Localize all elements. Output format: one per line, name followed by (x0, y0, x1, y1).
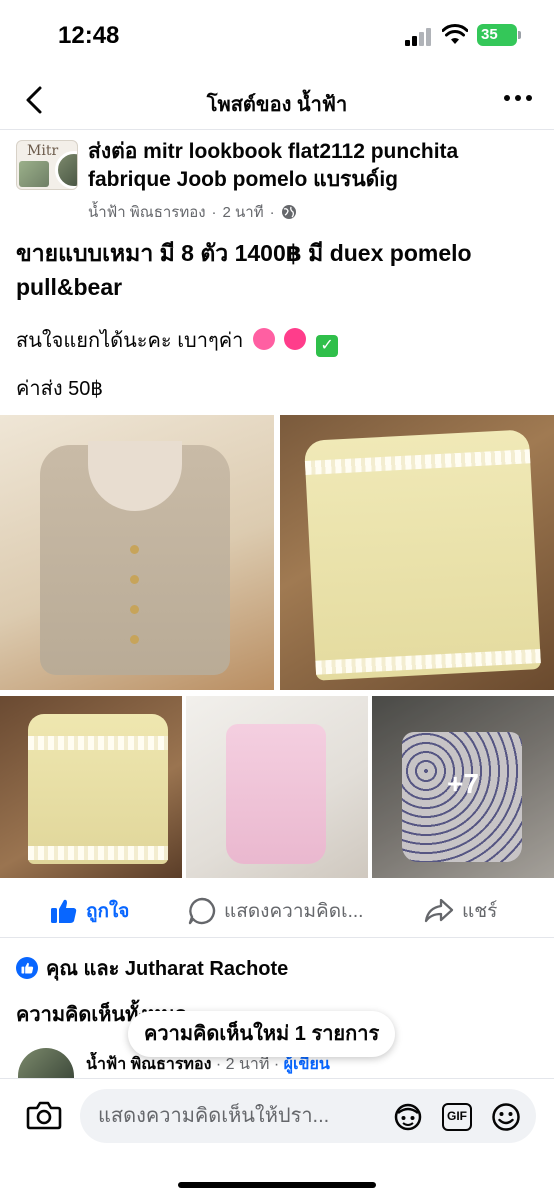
reactions-summary[interactable]: คุณ และ Jutharat Rachote (16, 952, 288, 984)
group-avatar[interactable]: Mitr (16, 140, 78, 190)
camera-icon[interactable] (26, 1099, 62, 1131)
like-reaction-icon (16, 957, 38, 979)
status-bar: 12:48 35 (0, 0, 554, 72)
share-label: แชร์ (462, 901, 498, 922)
more-dots-icon[interactable] (504, 92, 532, 104)
pink-top-garment (226, 724, 326, 864)
post-group-title[interactable]: ส่งต่อ mitr lookbook flat2112 punchita f… (88, 138, 538, 194)
more-photos-count: +7 (447, 768, 479, 799)
signal-icon (405, 28, 433, 46)
comment-author-avatar[interactable] (18, 1048, 74, 1078)
comment-author[interactable]: น้ำฟ้า พิณธารทอง (86, 1056, 211, 1073)
top-bar: โพสต์ของ น้ำฟ้า (0, 72, 554, 130)
share-arrow-icon (424, 898, 454, 923)
avatar-label: Mitr (27, 143, 59, 159)
comment-label: แสดงความคิดเ... (224, 901, 364, 922)
avatar-sticker-icon[interactable] (392, 1103, 424, 1131)
meta-separator: · (211, 203, 217, 221)
photo-pink-camisole[interactable] (186, 696, 368, 878)
comment-time: 2 นาที (225, 1056, 270, 1073)
emoji-icon[interactable] (490, 1103, 522, 1131)
meta-separator: · (215, 1056, 226, 1073)
photo-yellow-camisole[interactable] (280, 415, 554, 690)
reactions-text: คุณ และ Jutharat Rachote (46, 958, 289, 980)
home-indicator (178, 1182, 376, 1188)
meta-separator: · (273, 1056, 284, 1073)
new-comments-pill[interactable]: ความคิดเห็นใหม่ 1 รายการ (128, 1011, 396, 1057)
thumbs-up-icon (51, 899, 77, 923)
post-meta: น้ำฟ้า พิณธารทอง · 2 นาที · (88, 200, 297, 224)
photo-floral-top-more[interactable]: +7 (372, 696, 554, 878)
author-badge: ผู้เขียน (283, 1056, 330, 1073)
post-actions-bar: ถูกใจ แสดงความคิดเ... แชร์ (0, 880, 554, 938)
photo-grey-vest[interactable] (0, 415, 274, 690)
wifi-icon (442, 24, 468, 44)
like-label: ถูกใจ (86, 901, 130, 922)
gif-icon[interactable]: GIF (442, 1103, 472, 1131)
comment-bubble-icon (188, 897, 216, 925)
comment-button[interactable]: แสดงความคิดเ... (188, 896, 363, 926)
meta-separator: · (269, 203, 275, 221)
status-time: 12:48 (58, 22, 120, 49)
two-hearts-emoji-icon (252, 328, 275, 350)
sparkling-heart-emoji-icon (284, 328, 307, 350)
photo-yellow-lace-top[interactable] (0, 696, 182, 878)
post-author[interactable]: น้ำฟ้า พิณธารทอง (88, 200, 206, 224)
camisole-garment (303, 429, 542, 681)
check-mark-emoji-icon: ✓ (316, 335, 339, 357)
post-time[interactable]: 2 นาที (223, 200, 264, 224)
comment-composer: GIF (0, 1078, 554, 1200)
vest-garment (40, 441, 230, 675)
avatar-image (19, 161, 49, 187)
lace-top-garment (28, 714, 168, 864)
page-title: โพสต์ของ น้ำฟ้า (206, 94, 348, 116)
battery-icon: 35 (477, 24, 521, 46)
author-avatar[interactable] (55, 151, 77, 189)
share-button[interactable]: แชร์ (424, 896, 497, 926)
post-text-main: ขายแบบเหมา มี 8 ตัว 1400฿ มี duex pomelo… (16, 240, 472, 300)
post-text-shipping: ค่าส่ง 50฿ (16, 378, 104, 400)
post-text-line: สนใจแยกได้นะคะ เบาๆค่า (16, 330, 244, 352)
post-text-secondary: สนใจแยกได้นะคะ เบาๆค่า ✓ (16, 326, 536, 357)
globe-icon (281, 205, 296, 219)
like-button[interactable]: ถูกใจ (50, 896, 129, 926)
